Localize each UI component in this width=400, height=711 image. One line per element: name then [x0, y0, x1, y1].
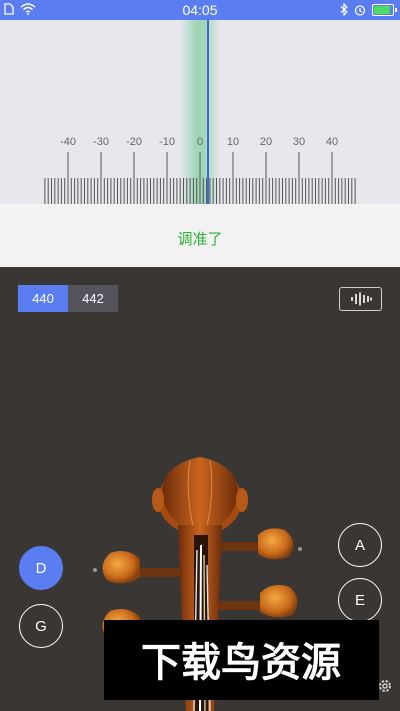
string-e-button[interactable]: E: [338, 578, 382, 622]
battery-fill: [374, 5, 391, 14]
waveform-button[interactable]: [339, 287, 382, 311]
status-bar: 04:05: [0, 0, 400, 20]
string-a-button[interactable]: A: [338, 523, 382, 567]
battery-icon: [372, 3, 397, 16]
scale-label: 0: [196, 136, 204, 148]
pitch-440-button[interactable]: 440: [18, 285, 68, 312]
tuning-status-panel: 调准了: [0, 204, 400, 267]
cents-scale: [44, 152, 356, 204]
pitch-442-button[interactable]: 442: [68, 285, 118, 312]
tuning-needle: [206, 20, 209, 204]
string-g-button[interactable]: G: [19, 604, 63, 648]
peg-right-bottom: [260, 585, 298, 618]
scale-label: -30: [93, 136, 109, 148]
scale-label: 10: [226, 136, 240, 148]
waveform-icon: [350, 292, 372, 306]
scale-label: 20: [259, 136, 273, 148]
tuner-meter: -40 -30 -20 -10 0 10 20 30 40: [0, 20, 400, 204]
violin-scroll: [152, 457, 248, 535]
status-right-icons: [340, 3, 397, 16]
settings-gear-icon[interactable]: [377, 678, 393, 694]
scale-label: 30: [292, 136, 306, 148]
peg-left-top: [102, 551, 140, 584]
bluetooth-icon: [340, 3, 348, 16]
watermark-logo: 下载鸟资源: [141, 640, 341, 686]
watermark: 下载鸟资源: [104, 620, 379, 700]
scale-label: -20: [126, 136, 142, 148]
scale-label: -40: [60, 136, 76, 148]
svg-text:下载鸟资源: 下载鸟资源: [141, 640, 341, 686]
peg-right-top: [258, 528, 294, 560]
tuning-status-text: 调准了: [177, 230, 223, 248]
string-d-button[interactable]: D: [19, 546, 63, 590]
reference-pitch-toggle: 440 442: [18, 285, 118, 312]
alarm-icon: [354, 4, 366, 16]
scale-label: -10: [159, 136, 175, 148]
scale-label: 40: [325, 136, 339, 148]
